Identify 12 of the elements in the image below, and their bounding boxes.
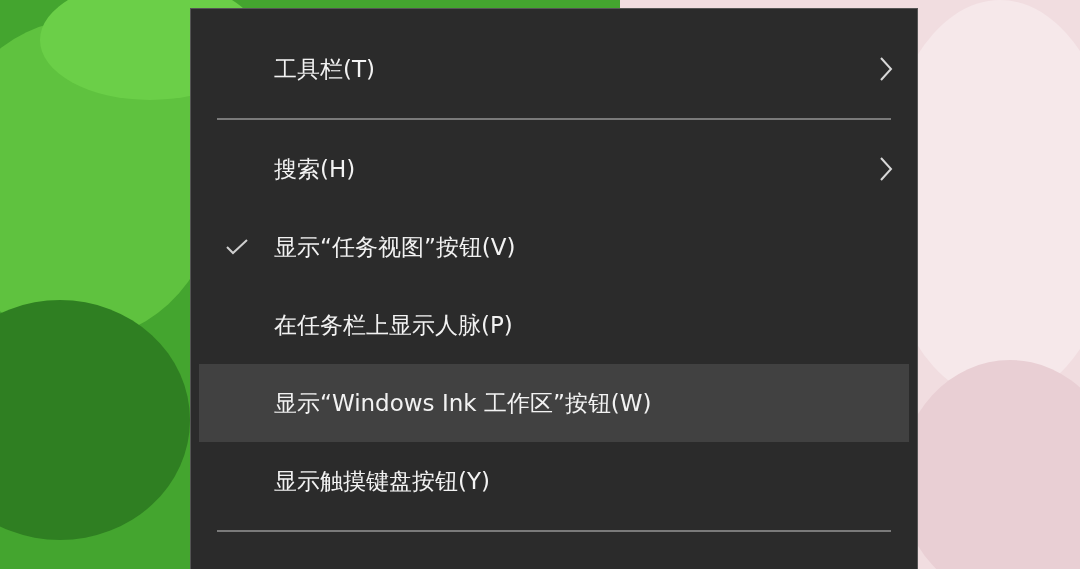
menu-item-label: 搜索(H) <box>274 154 357 184</box>
menu-item[interactable]: 显示“任务视图”按钮(V) <box>199 208 909 286</box>
menu-item-label: 在任务栏上显示人脉(P) <box>274 310 514 340</box>
menu-item-label: 显示“Windows Ink 工作区”按钮(W) <box>274 388 653 418</box>
menu-item[interactable]: 在任务栏上显示人脉(P) <box>199 286 909 364</box>
menu-item[interactable]: 搜索(H) <box>199 130 909 208</box>
menu-item-label: 工具栏(T) <box>274 54 376 84</box>
menu-item-label: 显示“任务视图”按钮(V) <box>274 232 517 262</box>
menu-item[interactable]: 显示“Windows Ink 工作区”按钮(W) <box>199 364 909 442</box>
menu-item[interactable]: 工具栏(T) <box>199 30 909 108</box>
menu-item[interactable]: 显示触摸键盘按钮(Y) <box>199 442 909 520</box>
menu-item-label: 显示触摸键盘按钮(Y) <box>274 466 491 496</box>
